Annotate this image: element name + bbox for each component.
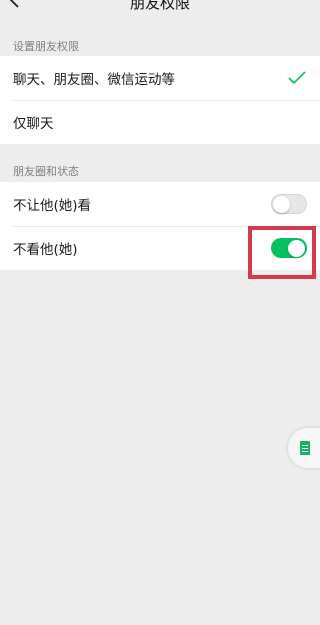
floating-document-button[interactable] — [288, 428, 320, 468]
checkmark-icon — [288, 71, 306, 85]
hide-my-moments-toggle[interactable] — [271, 194, 307, 214]
toggle-label: 不看他(她) — [13, 242, 78, 258]
toggle-row-hide-my-moments: 不让他(她)看 — [0, 182, 320, 226]
permissions-group: 聊天、朋友圈、微信运动等 仅聊天 — [0, 56, 320, 144]
highlight-annotation-box — [248, 226, 316, 279]
section-label-moments: 朋友圈和状态 — [13, 165, 79, 178]
top-bar: 朋友权限 — [0, 0, 320, 18]
option-label: 聊天、朋友圈、微信运动等 — [13, 72, 175, 88]
section-label-permissions: 设置朋友权限 — [13, 40, 79, 53]
option-chat-only[interactable]: 仅聊天 — [0, 100, 320, 144]
toggle-label: 不让他(她)看 — [13, 198, 92, 214]
option-label: 仅聊天 — [13, 116, 54, 132]
page-title: 朋友权限 — [129, 0, 190, 12]
toggle-knob — [273, 195, 290, 213]
document-icon — [300, 441, 310, 455]
option-chat-moments-sports[interactable]: 聊天、朋友圈、微信运动等 — [0, 56, 320, 100]
